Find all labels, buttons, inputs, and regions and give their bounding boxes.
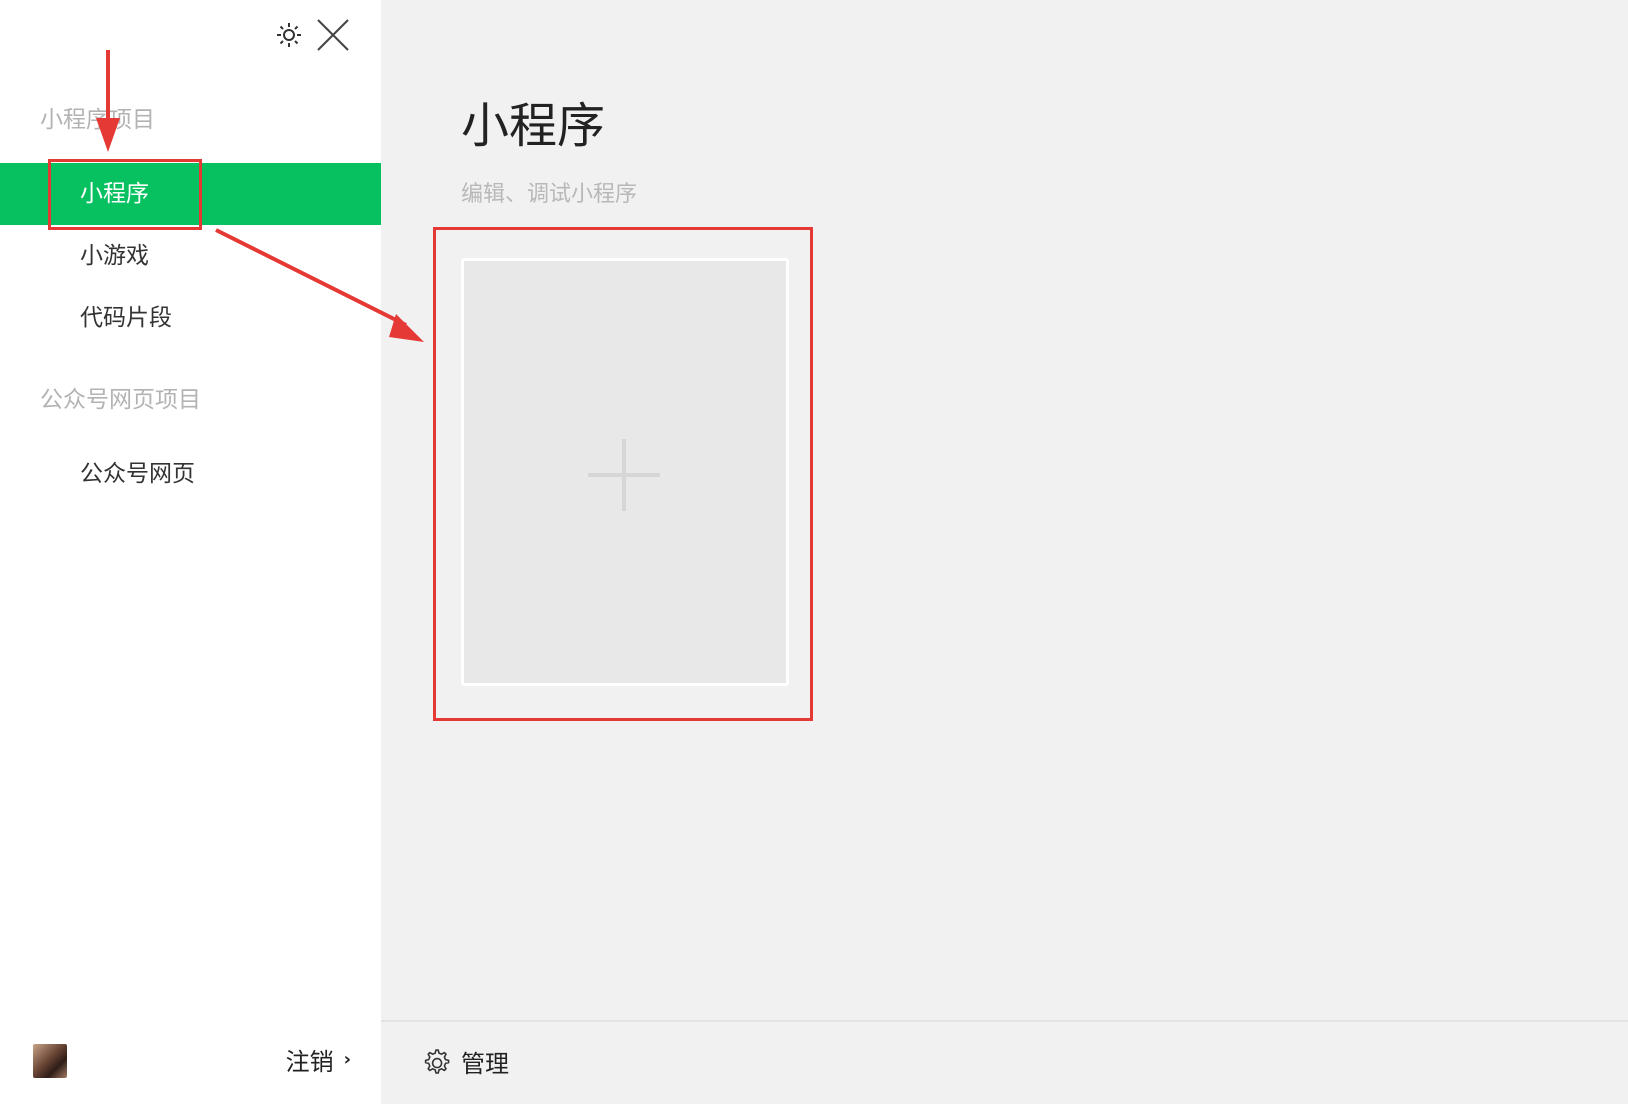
section-title-miniprogram: 小程序项目 bbox=[40, 107, 155, 133]
gear-icon bbox=[424, 1048, 450, 1074]
section-title-official-account: 公众号网页项目 bbox=[40, 387, 201, 413]
chevron-right-icon: › bbox=[343, 1049, 351, 1070]
sun-icon[interactable] bbox=[276, 22, 302, 48]
annotation-box-card bbox=[433, 227, 813, 721]
manage-label: 管理 bbox=[461, 1050, 509, 1078]
logout-button[interactable]: 注销 › bbox=[286, 1042, 351, 1077]
sidebar-footer: 注销 › bbox=[0, 1018, 381, 1104]
annotation-box-miniprogram bbox=[48, 159, 202, 230]
sidebar-item-minigame[interactable]: 小游戏 bbox=[0, 225, 381, 287]
sidebar-item-official-webpage[interactable]: 公众号网页 bbox=[0, 443, 381, 505]
avatar[interactable] bbox=[33, 1044, 67, 1078]
close-icon[interactable] bbox=[316, 18, 350, 52]
sidebar-item-code-snippet[interactable]: 代码片段 bbox=[0, 287, 381, 349]
page-title: 小程序 bbox=[461, 98, 606, 154]
logout-label: 注销 bbox=[285, 1048, 334, 1076]
main-footer: 管理 bbox=[381, 1020, 1628, 1104]
manage-button[interactable]: 管理 bbox=[421, 1044, 509, 1079]
page-subtitle: 编辑、调试小程序 bbox=[461, 182, 638, 207]
